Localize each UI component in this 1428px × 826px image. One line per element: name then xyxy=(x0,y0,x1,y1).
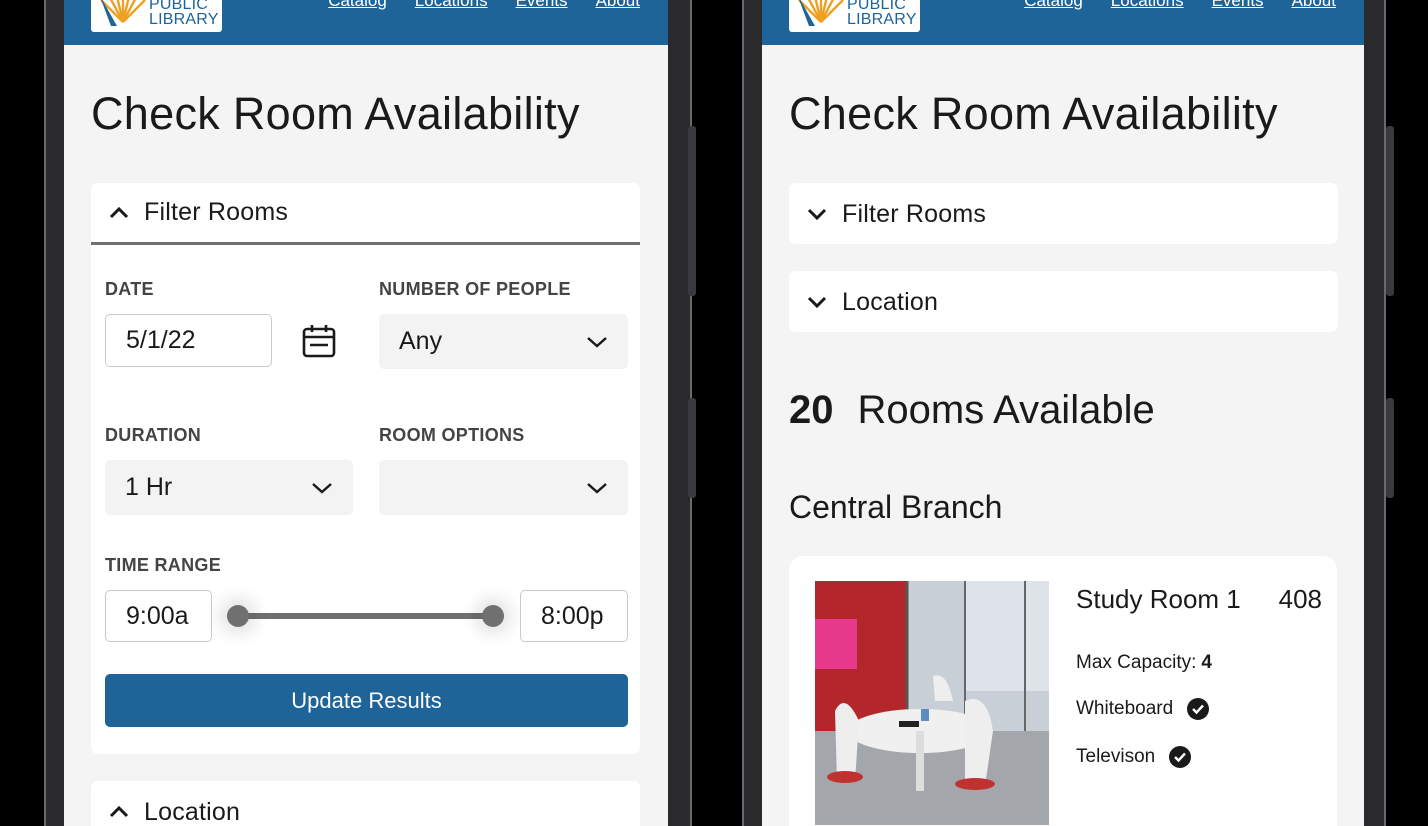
calendar-icon[interactable] xyxy=(302,324,336,358)
main-nav: Catalog Locations Events About xyxy=(328,0,640,11)
phone-side-button xyxy=(688,398,696,498)
phone-screen-right: PUBLIC LIBRARY Catalog Locations Events … xyxy=(762,0,1364,826)
chevron-down-icon xyxy=(312,482,332,494)
room-photo xyxy=(815,581,1049,825)
time-range-start-input[interactable]: 9:00a xyxy=(105,590,212,642)
chevron-up-icon xyxy=(109,806,129,818)
number-of-people-select[interactable]: Any xyxy=(379,314,628,369)
nav-link-catalog[interactable]: Catalog xyxy=(1024,0,1083,11)
room-options-select[interactable] xyxy=(379,460,628,515)
page-title: Check Room Availability xyxy=(91,88,580,139)
amenity-label: Whiteboard xyxy=(1076,698,1174,719)
update-results-button[interactable]: Update Results xyxy=(105,674,628,727)
phone-side-button xyxy=(1386,126,1394,296)
nav-link-about[interactable]: About xyxy=(1292,0,1336,11)
phone-screen-left: PUBLIC LIBRARY Catalog Locations Events … xyxy=(64,0,668,826)
phone-side-button xyxy=(1386,398,1394,498)
filter-rooms-toggle[interactable]: Filter Rooms xyxy=(91,183,640,245)
date-input[interactable]: 5/1/22 xyxy=(105,314,272,367)
main-nav: Catalog Locations Events About xyxy=(1024,0,1336,11)
room-number: 408 xyxy=(1278,584,1322,614)
checkmark-icon xyxy=(1187,698,1210,720)
room-name: Study Room 1 xyxy=(1076,584,1241,614)
location-label: Location xyxy=(842,287,939,316)
sun-logo-icon xyxy=(100,0,146,26)
amenity-label: Televison xyxy=(1076,746,1156,767)
number-of-people-value: Any xyxy=(399,327,443,355)
amenity-whiteboard: Whiteboard xyxy=(1076,698,1210,720)
results-count: 20 Rooms Available xyxy=(789,388,1155,433)
location-label: Location xyxy=(144,797,241,826)
time-range-end-input[interactable]: 8:00p xyxy=(520,590,628,642)
nav-link-locations[interactable]: Locations xyxy=(1111,0,1184,11)
room-capacity-label: Max Capacity: xyxy=(1076,652,1197,673)
nav-link-about[interactable]: About xyxy=(596,0,640,11)
phone-side-button xyxy=(688,126,696,296)
logo-wordmark: PUBLIC LIBRARY xyxy=(149,0,219,28)
time-range-slider-track[interactable] xyxy=(237,613,492,619)
results-count-number: 20 xyxy=(789,388,834,432)
checkmark-icon xyxy=(1169,746,1192,768)
room-card[interactable]: Study Room 1 408 Max Capacity: 4 Whiteboa… xyxy=(789,556,1337,826)
filter-rooms-panel: Filter Rooms DATE 5/1/22 NUMBER OF PEOPL… xyxy=(91,183,640,754)
site-header: PUBLIC LIBRARY Catalog Locations Events … xyxy=(64,0,668,45)
time-range-start-handle[interactable] xyxy=(227,605,249,627)
room-options-label: ROOM OPTIONS xyxy=(379,425,525,445)
filter-rooms-panel: Filter Rooms xyxy=(789,183,1338,244)
logo-line-2: LIBRARY xyxy=(847,11,917,28)
logo-wordmark: PUBLIC LIBRARY xyxy=(847,0,917,28)
date-label: DATE xyxy=(105,279,154,299)
room-capacity-value: 4 xyxy=(1201,652,1212,673)
results-count-label: Rooms Available xyxy=(857,388,1155,432)
library-logo[interactable]: PUBLIC LIBRARY xyxy=(789,0,920,32)
location-toggle[interactable]: Location xyxy=(91,781,640,826)
page-title: Check Room Availability xyxy=(789,88,1278,139)
amenity-television: Televison xyxy=(1076,746,1192,768)
number-of-people-label: NUMBER OF PEOPLE xyxy=(379,279,571,299)
location-toggle[interactable]: Location xyxy=(789,271,1338,333)
chevron-down-icon xyxy=(587,482,607,494)
chevron-down-icon xyxy=(807,208,827,220)
nav-link-locations[interactable]: Locations xyxy=(415,0,488,11)
location-panel: Location xyxy=(789,271,1338,332)
nav-link-events[interactable]: Events xyxy=(516,0,568,11)
room-capacity: Max Capacity: 4 xyxy=(1076,652,1212,674)
logo-line-2: LIBRARY xyxy=(149,11,219,28)
filter-rooms-label: Filter Rooms xyxy=(144,198,289,226)
chevron-down-icon xyxy=(807,296,827,308)
time-range-label: TIME RANGE xyxy=(105,555,222,575)
nav-link-events[interactable]: Events xyxy=(1212,0,1264,11)
library-logo[interactable]: PUBLIC LIBRARY xyxy=(91,0,222,32)
duration-label: DURATION xyxy=(105,425,202,445)
location-panel: Location xyxy=(91,781,640,826)
site-header: PUBLIC LIBRARY Catalog Locations Events … xyxy=(762,0,1364,45)
duration-select[interactable]: 1 Hr xyxy=(105,460,353,515)
time-range-end-handle[interactable] xyxy=(482,605,504,627)
duration-value: 1 Hr xyxy=(125,473,173,501)
chevron-down-icon xyxy=(587,336,607,348)
sun-logo-icon xyxy=(798,0,844,26)
branch-heading: Central Branch xyxy=(789,489,1003,525)
filter-rooms-toggle[interactable]: Filter Rooms xyxy=(789,183,1338,245)
nav-link-catalog[interactable]: Catalog xyxy=(328,0,387,11)
filter-rooms-label: Filter Rooms xyxy=(842,199,987,228)
chevron-up-icon xyxy=(109,206,129,218)
